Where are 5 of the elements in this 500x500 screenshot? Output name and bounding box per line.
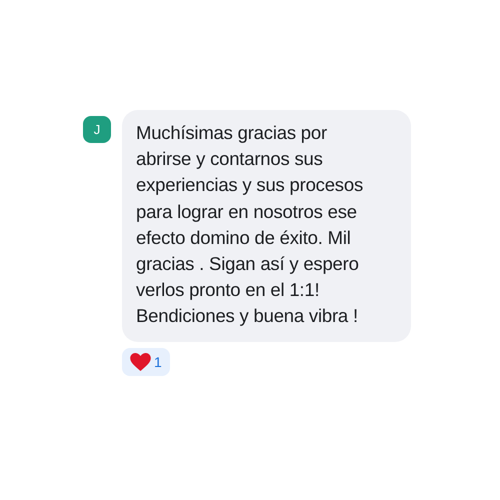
comment-text: Muchísimas gracias por abrirse y contarnos sus experiencias y sus procesos para lograr en nosotros ese efecto domino de éxito. Mil gracias . Sigan así y espero verlos pronto en el 1:1! Bendiciones y buena vibra !	[136, 121, 364, 328]
reaction-badge[interactable]: 1	[122, 348, 170, 376]
reaction-count: 1	[154, 354, 162, 370]
avatar[interactable]: J	[83, 116, 111, 143]
heart-icon	[130, 352, 151, 371]
